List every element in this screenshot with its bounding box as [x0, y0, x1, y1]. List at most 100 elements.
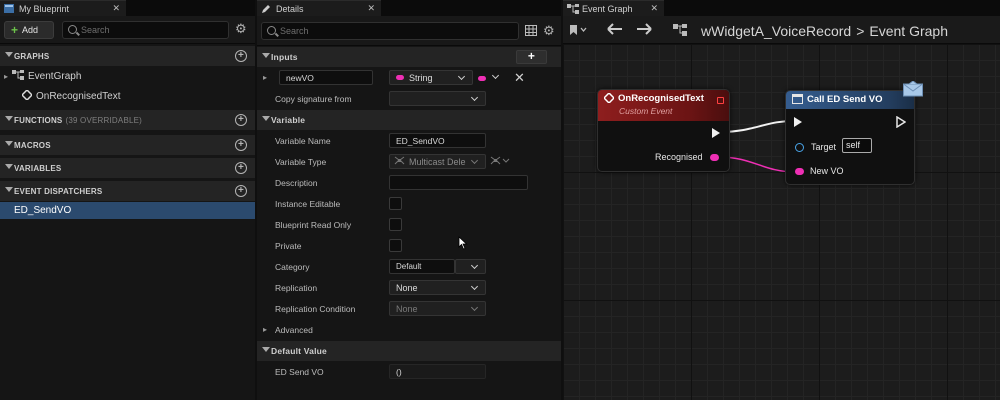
- variable-name-field[interactable]: ED_SendVO: [389, 133, 486, 148]
- description-field[interactable]: [389, 175, 528, 190]
- add-function-icon[interactable]: +: [235, 114, 247, 126]
- variable-type-dropdown[interactable]: Multicast Dele: [389, 154, 486, 169]
- event-graph-tab-label: Event Graph: [582, 3, 633, 14]
- recognised-string-pin[interactable]: [710, 154, 719, 161]
- exec-output-pin[interactable]: [712, 128, 720, 138]
- blueprint-icon: [4, 4, 14, 13]
- breadcrumb: wWidgetA_VoiceRecord > Event Graph: [701, 23, 948, 39]
- input-param-row: ▸ newVO String ✕: [257, 67, 561, 88]
- category-field[interactable]: Default: [389, 259, 455, 274]
- instance-editable-checkbox[interactable]: [389, 197, 402, 210]
- remove-input-icon[interactable]: ✕: [514, 70, 525, 86]
- grid-view-icon[interactable]: [525, 25, 537, 38]
- plus-icon: +: [11, 23, 19, 37]
- details-tabbar: Details ✕: [257, 0, 561, 16]
- chevron-down-icon: [470, 156, 479, 165]
- event-diamond-icon: [602, 91, 616, 105]
- replication-dropdown[interactable]: None: [389, 280, 486, 295]
- custom-event-title: OnRecognisedText: [618, 93, 704, 104]
- add-graph-icon[interactable]: +: [235, 50, 247, 62]
- expand-arrow-icon[interactable]: ▸: [263, 73, 267, 82]
- input-type-dropdown[interactable]: String: [389, 70, 473, 85]
- dispatcher-item-ed-sendvo[interactable]: ED_SendVO: [0, 202, 255, 219]
- collapse-arrow-icon: [262, 347, 270, 352]
- details-search-input[interactable]: Search: [261, 22, 519, 40]
- replication-condition-dropdown: None: [389, 301, 486, 316]
- event-diamond-icon: [20, 88, 34, 103]
- event-dispatchers-section-header[interactable]: EVENT DISPATCHERS +: [0, 181, 255, 201]
- chevron-down-icon: [457, 72, 466, 81]
- breadcrumb-graph[interactable]: Event Graph: [869, 23, 948, 39]
- variable-section-header[interactable]: Variable: [257, 110, 561, 130]
- expand-arrow-icon: ▸: [4, 72, 9, 81]
- gear-icon[interactable]: ⚙: [543, 24, 555, 37]
- event-graph-tab[interactable]: Event Graph ✕: [563, 0, 664, 16]
- details-tab-label: Details: [276, 3, 304, 14]
- blueprint-read-only-checkbox[interactable]: [389, 218, 402, 231]
- copy-signature-dropdown[interactable]: [389, 91, 486, 106]
- chevron-down-icon: [470, 303, 479, 312]
- tree-item-eventgraph[interactable]: ▸ EventGraph: [0, 67, 255, 86]
- advanced-row[interactable]: ▸ Advanced: [257, 319, 561, 340]
- private-checkbox[interactable]: [389, 239, 402, 252]
- gear-icon[interactable]: ⚙: [235, 22, 247, 35]
- exec-output-pin[interactable]: [896, 115, 907, 130]
- back-arrow-icon[interactable]: [607, 23, 623, 37]
- close-icon[interactable]: ✕: [650, 3, 658, 14]
- call-dispatcher-node[interactable]: Call ED Send VO Target self New VO: [785, 90, 915, 185]
- graphs-section-header[interactable]: GRAPHS +: [0, 46, 255, 66]
- delegate-pin-icon[interactable]: [717, 97, 724, 104]
- variable-name-row: Variable Name ED_SendVO: [257, 130, 561, 151]
- breadcrumb-blueprint[interactable]: wWidgetA_VoiceRecord: [701, 23, 851, 39]
- macros-section-header[interactable]: MACROS +: [0, 135, 255, 155]
- new-vo-string-pin[interactable]: [795, 168, 804, 175]
- default-value-section-header[interactable]: Default Value: [257, 341, 561, 361]
- variables-section-header[interactable]: VARIABLES +: [0, 158, 255, 178]
- custom-event-node[interactable]: OnRecognisedText Custom Event Recognised: [597, 89, 730, 172]
- category-dropdown-button[interactable]: [455, 259, 486, 274]
- blueprint-read-only-row: Blueprint Read Only: [257, 214, 561, 235]
- my-blueprint-search-input[interactable]: Search: [62, 21, 229, 39]
- collapse-arrow-icon: [262, 53, 270, 58]
- input-name-value: newVO: [286, 72, 314, 83]
- tree-item-onrecognisedtext[interactable]: OnRecognisedText: [0, 87, 255, 106]
- add-macro-icon[interactable]: +: [235, 139, 247, 151]
- private-label: Private: [275, 240, 302, 251]
- description-row: Description: [257, 172, 561, 193]
- close-icon[interactable]: ✕: [367, 3, 375, 14]
- target-value-field[interactable]: self: [842, 138, 872, 153]
- forward-arrow-icon[interactable]: [636, 23, 652, 37]
- input-name-field[interactable]: newVO: [279, 70, 373, 85]
- replication-label: Replication: [275, 282, 318, 293]
- default-param-field[interactable]: (): [389, 364, 486, 379]
- my-blueprint-tabbar: My Blueprint ✕: [0, 0, 255, 16]
- graph-canvas[interactable]: OnRecognisedText Custom Event Recognised…: [563, 44, 1000, 400]
- input-type-value: String: [409, 72, 433, 83]
- replication-row: Replication None: [257, 277, 561, 298]
- graph-breadcrumb-bar: wWidgetA_VoiceRecord > Event Graph: [563, 16, 1000, 44]
- replication-value: None: [396, 282, 418, 293]
- advanced-label: Advanced: [275, 324, 313, 335]
- envelope-icon: [903, 80, 923, 99]
- close-icon[interactable]: ✕: [112, 3, 120, 14]
- add-button[interactable]: + Add: [4, 21, 54, 39]
- recognised-pin-label: Recognised: [655, 152, 703, 162]
- single-pin-icon: [478, 76, 486, 81]
- container-type-dropdown[interactable]: [478, 71, 500, 83]
- event-graph-panel: Event Graph ✕ wWidgetA_VoiceRecord > Eve…: [563, 0, 1000, 400]
- add-dispatcher-icon[interactable]: +: [235, 185, 247, 197]
- add-variable-icon[interactable]: +: [235, 162, 247, 174]
- add-input-button[interactable]: +: [516, 50, 547, 64]
- collapse-arrow-icon: [262, 116, 270, 121]
- variable-container-type-icon[interactable]: [490, 156, 510, 168]
- exec-input-pin[interactable]: [794, 117, 802, 127]
- default-param-label: ED Send VO: [275, 366, 324, 377]
- inputs-section-header[interactable]: Inputs +: [257, 47, 561, 67]
- functions-section-header[interactable]: FUNCTIONS (39 OVERRIDABLE) +: [0, 110, 255, 130]
- search-placeholder: Search: [280, 26, 309, 36]
- details-tab[interactable]: Details ✕: [257, 0, 381, 16]
- bookmark-icon[interactable]: [569, 25, 587, 37]
- my-blueprint-tab[interactable]: My Blueprint ✕: [0, 0, 126, 16]
- target-object-pin[interactable]: [795, 143, 804, 152]
- instance-editable-row: Instance Editable: [257, 193, 561, 214]
